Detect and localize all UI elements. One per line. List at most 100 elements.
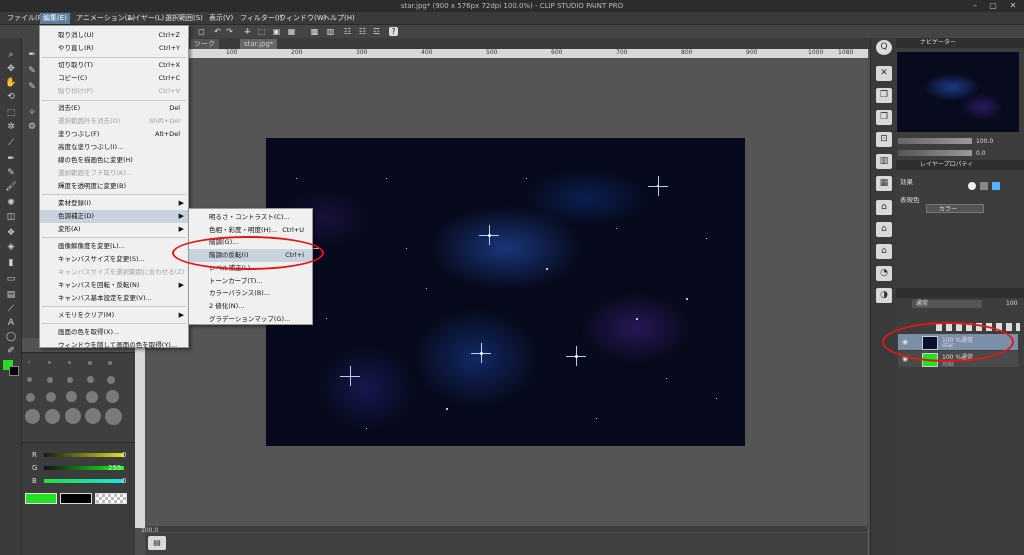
blend-mode-select[interactable]: 通常 (912, 300, 982, 308)
pencil-tool-icon[interactable]: ✎ (5, 168, 17, 179)
layer-combine-icon[interactable]: ✕ (876, 66, 892, 81)
layer-draft-icon[interactable]: ⌂ (876, 244, 892, 259)
color-adjust-item[interactable]: 色相・彩度・明度(H)... Ctrl+U (189, 224, 312, 237)
text-tool-icon[interactable]: A (5, 318, 17, 329)
grid-icon[interactable]: ☲ (372, 27, 381, 36)
effect-border-icon[interactable] (968, 182, 976, 190)
help-icon[interactable]: ? (389, 27, 398, 36)
edit-menu-item[interactable]: 色調補正(D) ▶ (40, 210, 188, 223)
sub-color-swatch[interactable] (9, 366, 19, 376)
fill-tool-icon[interactable]: ◈ (5, 242, 17, 253)
layer-copy-icon[interactable]: ❐ (876, 88, 892, 103)
brush-size-option[interactable] (106, 390, 119, 403)
subtool-effect-icon[interactable]: ✧ (26, 108, 38, 119)
brush-size-option[interactable] (66, 391, 77, 402)
rotate-slider[interactable] (898, 150, 972, 156)
edit-menu-item[interactable]: キャンバス基本設定を変更(V)... (40, 292, 188, 305)
move-tool-icon[interactable]: ✥ (5, 64, 17, 75)
layer-lock-icon[interactable]: ⌂ (876, 200, 892, 215)
edit-menu-item[interactable]: 切り取り(T) Ctrl+X (40, 59, 188, 72)
edit-menu-item[interactable]: やり直し(R) Ctrl+Y (40, 42, 188, 55)
color-adjust-item[interactable]: グラデーションマップ(G)... (189, 313, 312, 326)
subtool-brush-icon[interactable]: ✎ (26, 82, 38, 93)
airbrush-tool-icon[interactable]: ✺ (5, 198, 17, 209)
brush-size-option[interactable] (85, 408, 101, 424)
layer-reference-icon[interactable]: ⌂ (876, 222, 892, 237)
redo-icon[interactable]: ↷ (225, 27, 234, 36)
edit-menu-item[interactable]: ウィンドウを隠して画面の色を取得(Y)... (40, 339, 188, 352)
menu-edit[interactable]: 編集(E) (40, 13, 70, 24)
navigator-toggle-icon[interactable]: ▤ (148, 536, 166, 550)
frame-tool-icon[interactable]: ▤ (5, 290, 17, 301)
brush-size-option[interactable] (108, 361, 112, 365)
color-adjust-item[interactable]: トーンカーブ(T)... (189, 275, 312, 288)
brush-size-option[interactable] (107, 376, 115, 384)
sub-color-chip[interactable] (60, 493, 92, 504)
brush-size-option[interactable] (27, 377, 32, 382)
green-slider[interactable]: G 255 (26, 464, 131, 472)
layer-color-icon[interactable]: ◑ (876, 288, 892, 303)
edit-menu-item[interactable]: 取り消し(U) Ctrl+Z (40, 29, 188, 42)
pen-tool-icon[interactable]: ✒ (5, 154, 17, 165)
edit-menu-item[interactable]: 素材登録(I) ▶ (40, 197, 188, 210)
brush-size-option[interactable] (28, 361, 30, 363)
rotate-tool-icon[interactable]: ⟲ (5, 92, 17, 103)
balloon-tool-icon[interactable]: ◯ (5, 332, 17, 343)
auto-select-tool-icon[interactable]: ✲ (5, 122, 17, 133)
layer-mask-icon[interactable]: ▥ (876, 154, 892, 169)
edit-menu-item[interactable]: キャンバスを回転・反転(N) ▶ (40, 279, 188, 292)
edit-menu-item[interactable]: メモリをクリア(M) ▶ (40, 309, 188, 322)
brush-size-option[interactable] (65, 408, 81, 424)
color-adjust-item[interactable]: 明るさ・コントラスト(C)... (189, 211, 312, 224)
effect-tone-icon[interactable] (980, 182, 988, 190)
tab-other[interactable]: ツーク (190, 39, 219, 49)
deselect-icon[interactable]: ⬚ (257, 27, 266, 36)
eraser-tool-icon[interactable]: ◫ (5, 212, 17, 223)
transparent-color-chip[interactable] (95, 493, 127, 504)
correction-tool-icon[interactable]: ✐ (5, 346, 17, 357)
edit-menu-item[interactable]: 変形(A) ▶ (40, 223, 188, 236)
menu-help[interactable]: ヘルプ(H) (320, 13, 358, 24)
expression-color-select[interactable]: カラー (926, 204, 984, 213)
brush-size-option[interactable] (105, 408, 122, 425)
maximize-button[interactable]: ▢ (986, 1, 1000, 10)
eyedropper-tool-icon[interactable]: ⟋ (5, 138, 17, 149)
brush-tool-icon[interactable]: 🖌 (5, 182, 17, 193)
blue-slider[interactable]: B 0 (26, 477, 131, 485)
minimize-button[interactable]: – (968, 1, 982, 10)
subtool-settings-icon[interactable]: ⚙ (26, 122, 38, 133)
edit-menu-item[interactable]: 高度な塗りつぶし(I)... (40, 141, 188, 154)
special-ruler-icon[interactable]: ☷ (343, 27, 352, 36)
blend-tool-icon[interactable]: ❖ (5, 228, 17, 239)
edit-menu-item[interactable]: 貼り付け(P) Ctrl+V (40, 85, 188, 98)
canvas-image[interactable] (266, 138, 745, 446)
edit-menu-item[interactable]: 選択範囲をフチ取り(K)... (40, 167, 188, 180)
ruler-snap-icon[interactable]: ▥ (326, 27, 335, 36)
brush-size-option[interactable] (45, 409, 60, 424)
edit-menu-item[interactable]: キャンバスサイズを選択範囲に合わせる(Z) (40, 266, 188, 279)
navigator-thumbnail[interactable] (897, 52, 1019, 132)
menu-selection[interactable]: 選択範囲(S) (162, 13, 206, 24)
invert-selection-icon[interactable]: ▣ (272, 27, 281, 36)
zoom-tool-icon[interactable]: ⌕ (5, 50, 17, 61)
brush-size-option[interactable] (46, 392, 56, 402)
hand-tool-icon[interactable]: ✋ (5, 78, 17, 89)
brush-size-option[interactable] (68, 361, 71, 364)
edit-menu-item[interactable]: 選択範囲外を消去(O) Shift+Del (40, 115, 188, 128)
fill-icon[interactable]: ▦ (287, 27, 296, 36)
subtool-pen-icon[interactable]: ✒ (26, 50, 38, 61)
edit-menu-item[interactable]: 輝度を透明度に変更(B) (40, 180, 188, 193)
subtool-marker-icon[interactable]: ✎ (26, 66, 38, 77)
brush-size-option[interactable] (88, 361, 92, 365)
edit-menu-item[interactable]: 画面の色を取得(X)... (40, 326, 188, 339)
effect-color-icon[interactable] (992, 182, 1000, 190)
edit-menu-item[interactable]: 消去(E) Del (40, 102, 188, 115)
undo-icon[interactable]: ↶ (213, 27, 222, 36)
transform-icon[interactable]: ⁜ (243, 27, 252, 36)
edit-menu-item[interactable]: 画像解像度を変更(L)... (40, 240, 188, 253)
edit-menu-item[interactable]: コピー(C) Ctrl+C (40, 72, 188, 85)
red-slider[interactable]: R 0 (26, 451, 131, 459)
gradient-tool-icon[interactable]: ▮ (5, 258, 17, 269)
color-adjust-item[interactable]: カラーバランス(B)... (189, 287, 312, 300)
menu-layer[interactable]: レイヤー(L) (124, 13, 167, 24)
